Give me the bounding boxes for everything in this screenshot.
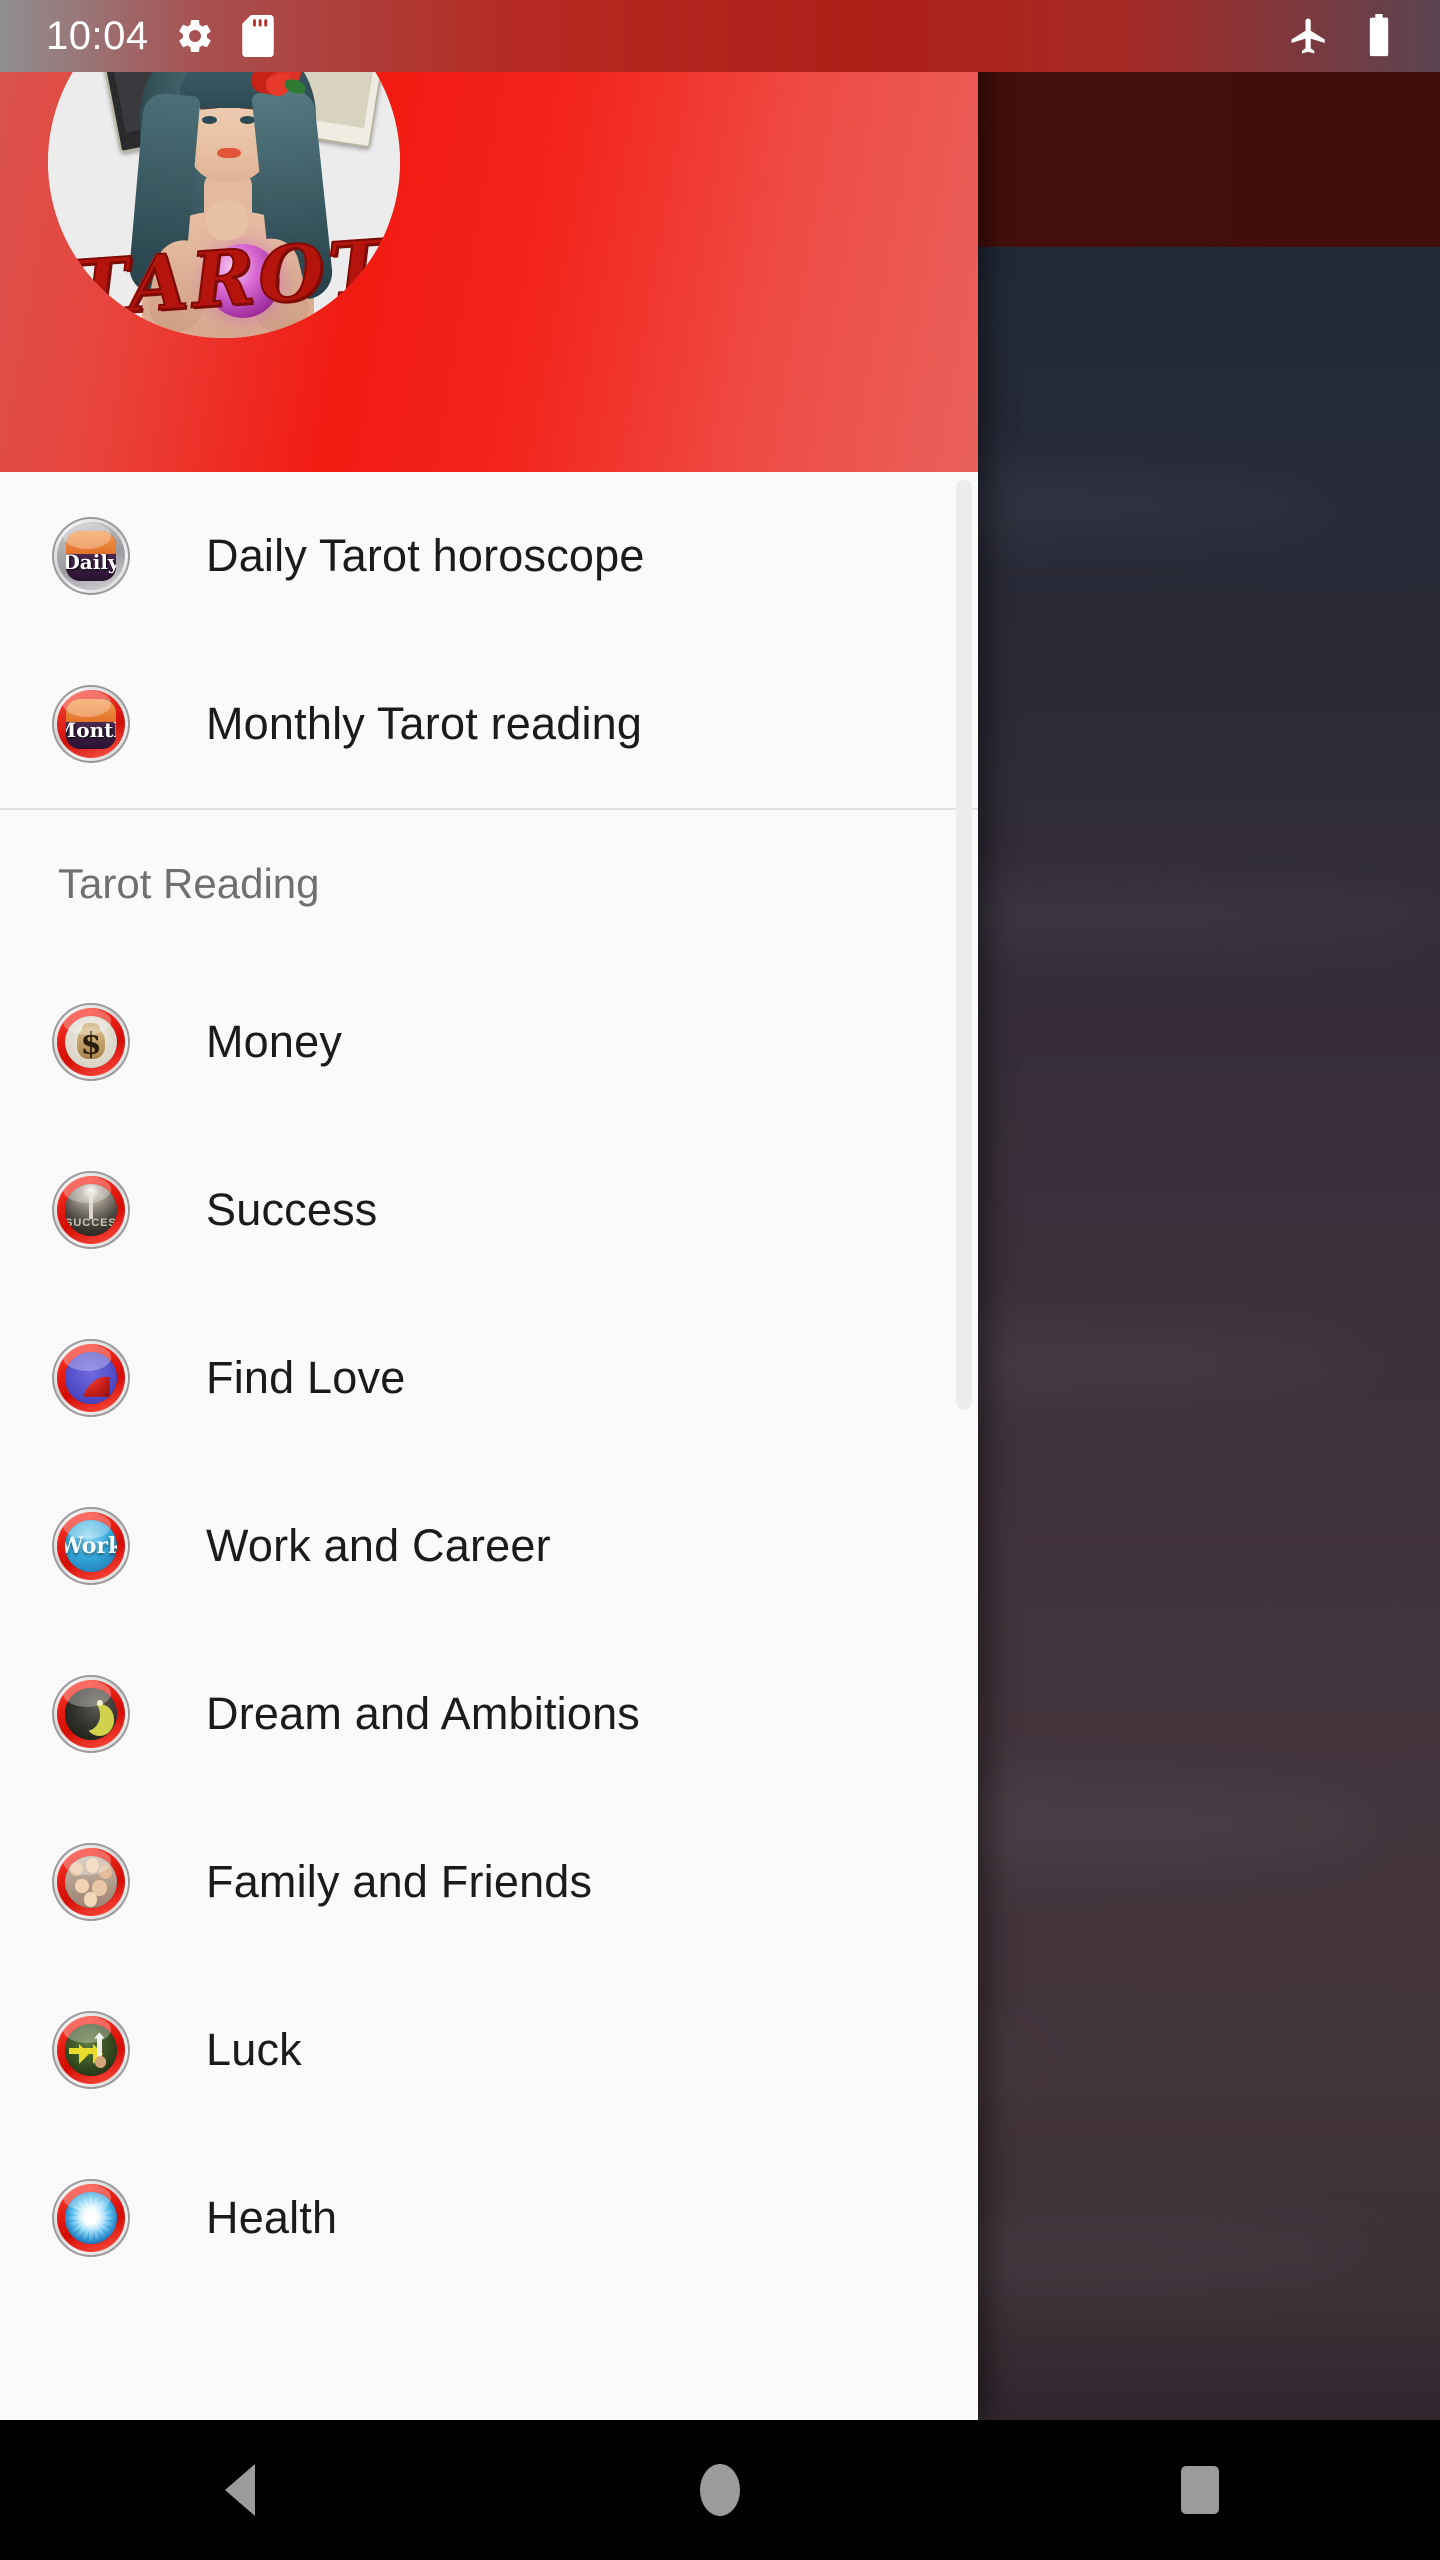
menu-item-label: Success	[206, 1184, 378, 1235]
section-title-tarot-reading: Tarot Reading	[0, 810, 978, 958]
work-globe-icon: Work	[52, 1507, 130, 1585]
recents-button[interactable]	[960, 2466, 1440, 2514]
money-bag-icon: $	[52, 1003, 130, 1081]
home-circle-icon	[700, 2464, 740, 2516]
success-arrow-icon: SUCCESS	[52, 1171, 130, 1249]
success-icon-text: SUCCESS	[65, 1216, 117, 1229]
daily-badge-text: Daily	[66, 550, 116, 574]
money-dollar-sign: $	[80, 1026, 102, 1062]
recents-square-icon	[1181, 2466, 1219, 2514]
menu-item-label: Dream and Ambitions	[206, 1688, 641, 1739]
menu-item-label: Health	[206, 2192, 338, 2243]
menu-item-label: Daily Tarot horoscope	[206, 530, 645, 581]
status-bar-right	[1288, 14, 1440, 58]
heart-icon	[52, 1339, 130, 1417]
month-badge-icon: Month	[52, 685, 130, 763]
month-badge-text: Month	[66, 718, 116, 742]
menu-item-health[interactable]: Health	[0, 2134, 978, 2302]
navigation-drawer: TAROT Daily Daily Tarot horoscope ont Mo…	[0, 0, 978, 2420]
status-bar: 10:04	[0, 0, 1440, 72]
menu-item-label: Monthly Tarot reading	[206, 698, 643, 749]
menu-item-label: Luck	[206, 2024, 302, 2075]
settings-gear-icon	[178, 19, 211, 53]
family-photo-icon	[52, 1843, 130, 1921]
status-bar-left: 10:04	[0, 14, 275, 59]
system-navigation-bar	[0, 2420, 1440, 2560]
menu-item-label: Find Love	[206, 1352, 406, 1403]
daily-badge-icon: Daily	[52, 517, 130, 595]
drawer-menu-list: Daily Daily Tarot horoscope Month	[0, 472, 978, 2302]
menu-item-label: Work and Career	[206, 1520, 551, 1571]
sd-card-icon	[241, 15, 274, 57]
drawer-scrollbar[interactable]	[956, 480, 972, 1410]
menu-item-find-love[interactable]: Find Love	[0, 1294, 978, 1462]
arrows-up-icon	[52, 2011, 130, 2089]
status-bar-clock: 10:04	[46, 13, 149, 58]
crescent-moon-icon	[52, 1675, 130, 1753]
work-icon-text: Work	[65, 1533, 117, 1559]
back-button[interactable]	[0, 2464, 480, 2516]
menu-item-label: Family and Friends	[206, 1856, 593, 1907]
menu-item-monthly-tarot-reading[interactable]: Month Monthly Tarot reading	[0, 640, 978, 808]
menu-item-success[interactable]: SUCCESS Success	[0, 1126, 978, 1294]
menu-item-label: Money	[206, 1016, 343, 1067]
menu-item-daily-tarot-horoscope[interactable]: Daily Daily Tarot horoscope	[0, 472, 978, 640]
menu-item-money[interactable]: $ Money	[0, 958, 978, 1126]
starburst-icon	[52, 2179, 130, 2257]
menu-item-dream-and-ambitions[interactable]: Dream and Ambitions	[0, 1630, 978, 1798]
battery-full-icon	[1369, 14, 1389, 57]
menu-item-family-and-friends[interactable]: Family and Friends	[0, 1798, 978, 1966]
menu-item-luck[interactable]: Luck	[0, 1966, 978, 2134]
phone-screen: TAROT Daily Daily Tarot horoscope ont Mo…	[0, 0, 1440, 2560]
menu-item-work-and-career[interactable]: Work Work and Career	[0, 1462, 978, 1630]
airplane-mode-icon	[1291, 18, 1325, 54]
home-button[interactable]	[480, 2464, 960, 2516]
back-triangle-icon	[225, 2464, 255, 2516]
